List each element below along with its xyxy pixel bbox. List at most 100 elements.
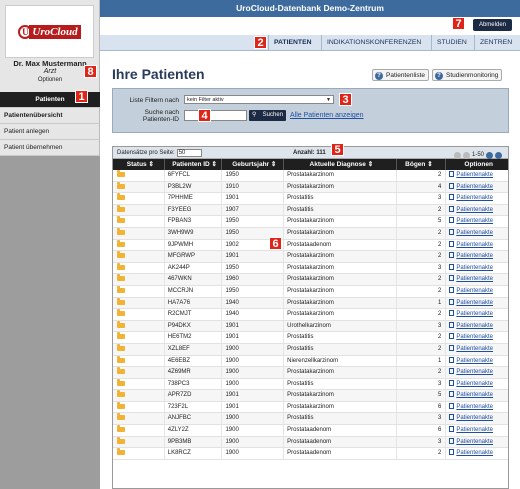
table-row[interactable]: 4Z69MR 1900 Prostatakarzinom 2 Patientenakte [113, 367, 508, 379]
patientenakte-link[interactable]: Patientenakte [456, 311, 493, 317]
folder-icon[interactable] [117, 181, 125, 189]
table-row[interactable]: 738PC3 1900 Prostatitis 3 Patientenakte [113, 378, 508, 391]
show-all-link[interactable]: Alle Patienten anzeigen [290, 112, 364, 119]
patientenakte-link[interactable]: Patientenakte [456, 218, 493, 224]
patientenakte-link[interactable]: Patientenakte [456, 381, 493, 387]
folder-icon[interactable] [117, 390, 125, 398]
folder-icon[interactable] [117, 262, 125, 270]
patientenakte-link[interactable]: Patientenakte [456, 184, 493, 190]
table-row[interactable]: 4ZLY2Z 1900 Prostataadenom 6 Patientenakte [113, 425, 508, 437]
col-geburtsjahr[interactable]: Geburtsjahr ⇕ [222, 159, 285, 170]
folder-icon[interactable] [117, 285, 125, 293]
folder-icon[interactable] [117, 448, 125, 456]
patientenakte-link[interactable]: Patientenakte [456, 265, 493, 271]
col-diagnose[interactable]: Aktuelle Diagnose ⇕ [284, 159, 397, 170]
folder-icon[interactable] [117, 239, 125, 247]
col-status[interactable]: Status ⇕ [113, 159, 165, 170]
patientenakte-link[interactable]: Patientenakte [456, 334, 493, 340]
folder-icon[interactable] [117, 227, 125, 235]
folder-icon[interactable] [117, 309, 125, 317]
table-row[interactable]: P94DKX 1901 Urothelkarzinom 3 Patientenakte [113, 320, 508, 333]
folder-icon[interactable] [117, 413, 125, 421]
patientenakte-link[interactable]: Patientenakte [456, 300, 493, 306]
tab-studien[interactable]: STUDIEN [431, 35, 472, 51]
patientenakte-link[interactable]: Patientenakte [456, 253, 493, 259]
logout-button[interactable]: Abmelden [472, 19, 512, 31]
patientenakte-link[interactable]: Patientenakte [456, 346, 493, 352]
col-patienten-id[interactable]: Patienten ID ⇕ [165, 159, 223, 170]
filter-select[interactable]: kein Filter aktiv ▼ [184, 95, 334, 104]
patientenakte-link[interactable]: Patientenakte [456, 323, 493, 329]
table-row[interactable]: FPBAN3 1950 Prostatakarzinom 5 Patientenakte [113, 216, 508, 228]
folder-icon[interactable] [117, 401, 125, 409]
folder-icon[interactable] [117, 425, 125, 433]
folder-icon[interactable] [117, 343, 125, 351]
folder-icon[interactable] [117, 274, 125, 282]
folder-icon[interactable] [117, 204, 125, 212]
folder-icon[interactable] [117, 193, 125, 201]
studienmonitoring-button[interactable]: ? Studienmonitoring [432, 69, 503, 81]
patientenakte-link[interactable]: Patientenakte [456, 242, 493, 248]
tab-zentren[interactable]: ZENTREN [474, 35, 517, 51]
table-row[interactable]: MFGRWP 1901 Prostatakarzinom 2 Patientenakte [113, 251, 508, 263]
table-row[interactable]: 9PB3MB 1900 Prostataadenom 3 Patientenakte [113, 436, 508, 449]
table-row[interactable]: 9JPWMH 1902 Prostataadenom 2 Patientenakte [113, 239, 508, 252]
patientenakte-link[interactable]: Patientenakte [456, 415, 493, 421]
urocloud-logo[interactable]: U UroCloud [5, 5, 94, 58]
folder-icon[interactable] [117, 332, 125, 340]
table-row[interactable]: P3BL2W 1910 Prostatakarzinom 4 Patientenakte [113, 181, 508, 194]
first-page-icon[interactable] [453, 151, 461, 159]
folder-icon[interactable] [117, 320, 125, 328]
folder-icon[interactable] [117, 436, 125, 444]
table-row[interactable]: 7PHHME 1901 Prostatitis 3 Patientenakte [113, 193, 508, 205]
sidebar-item-patientenuebersicht[interactable]: Patientenübersicht [0, 108, 100, 124]
table-row[interactable]: 3WH9W9 1950 Prostatakarzinom 2 Patientenakte [113, 227, 508, 240]
last-page-icon[interactable] [495, 151, 502, 159]
table-row[interactable]: LK8RCZ 1900 Prostataadenom 2 Patientenakte [113, 448, 508, 460]
folder-icon[interactable] [117, 297, 125, 305]
patientenakte-link[interactable]: Patientenakte [456, 450, 493, 456]
sidebar-item-patient-anlegen[interactable]: Patient anlegen [0, 124, 100, 140]
patientenliste-button[interactable]: ? Patientenliste [372, 69, 430, 81]
table-row[interactable]: HA7A76 1940 Prostatakarzinom 1 Patientenakte [113, 297, 508, 310]
patientenakte-link[interactable]: Patientenakte [456, 369, 493, 375]
patientenakte-link[interactable]: Patientenakte [456, 230, 493, 236]
table-row[interactable]: APR7ZD 1901 Prostatakarzinom 5 Patientenakte [113, 390, 508, 402]
tab-indikationskonferenzen[interactable]: INDIKATIONSKONFERENZEN [321, 35, 426, 51]
patientenakte-link[interactable]: Patientenakte [456, 404, 493, 410]
table-row[interactable]: F3YEEG 1907 Prostatitis 2 Patientenakte [113, 204, 508, 217]
table-row[interactable]: HE6TM2 1901 Prostatitis 2 Patientenakte [113, 332, 508, 344]
table-row[interactable]: 723F2L 1901 Prostatakarzinom 6 Patientenakte [113, 401, 508, 414]
per-page-select[interactable]: 50 [176, 149, 202, 157]
sidebar-item-patient-uebernehmen[interactable]: Patient übernehmen [0, 140, 100, 156]
folder-icon[interactable] [117, 216, 125, 224]
table-row[interactable]: MCCRJN 1950 Prostatakarzinom 2 Patientenakte [113, 285, 508, 298]
folder-icon[interactable] [117, 378, 125, 386]
table-row[interactable]: ANJFBC 1900 Prostatitis 3 Patientenakte [113, 413, 508, 426]
table-row[interactable]: R2CMJT 1940 Prostatakarzinom 2 Patientenakte [113, 309, 508, 321]
prev-page-icon[interactable] [462, 151, 470, 159]
folder-icon[interactable] [117, 367, 125, 375]
patientenakte-link[interactable]: Patientenakte [456, 195, 493, 201]
folder-icon[interactable] [117, 355, 125, 363]
patientenakte-link[interactable]: Patientenakte [456, 427, 493, 433]
patientenakte-link[interactable]: Patientenakte [456, 172, 493, 178]
search-input[interactable] [184, 110, 247, 121]
table-row[interactable]: XZL8EF 1900 Prostatitis 2 Patientenakte [113, 343, 508, 356]
patientenakte-link[interactable]: Patientenakte [456, 358, 493, 364]
folder-icon[interactable] [117, 251, 125, 259]
folder-icon[interactable] [117, 170, 125, 177]
patientenakte-link[interactable]: Patientenakte [456, 276, 493, 282]
patientenakte-link[interactable]: Patientenakte [456, 392, 493, 398]
patientenakte-link[interactable]: Patientenakte [456, 439, 493, 445]
patientenakte-link[interactable]: Patientenakte [456, 207, 493, 213]
table-row[interactable]: AK244P 1950 Prostatakarzinom 3 Patientenakte [113, 262, 508, 275]
table-row[interactable]: 6FYFCL 1950 Prostatakarzinom 2 Patientenakte [113, 170, 508, 182]
col-boegen[interactable]: Bögen ⇕ [397, 159, 447, 170]
next-page-icon[interactable] [486, 151, 493, 159]
search-button[interactable]: ⚲ Suchen [249, 110, 286, 121]
patientenakte-link[interactable]: Patientenakte [456, 288, 493, 294]
table-row[interactable]: 467WKN 1960 Prostatakarzinom 2 Patientenakte [113, 274, 508, 286]
tab-patienten[interactable]: PATIENTEN [268, 35, 317, 51]
table-row[interactable]: 4E6EBZ 1900 Nierenzellkarzinom 1 Patientenak… [113, 355, 508, 368]
